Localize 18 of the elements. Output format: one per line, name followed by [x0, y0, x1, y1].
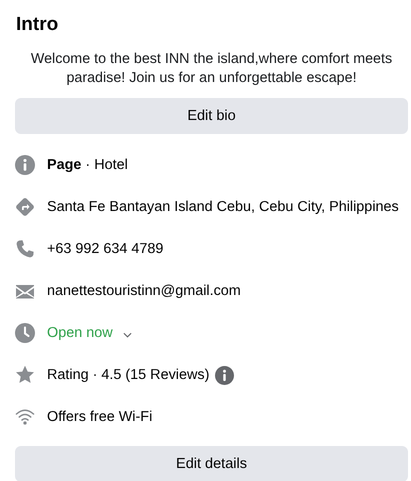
- bio-text: Welcome to the best INN the island,where comfort meets paradise! Join us for an unforgettable escape!: [30, 50, 394, 88]
- detail-text: Rating · 4.5 (15 Reviews): [47, 367, 210, 383]
- star-icon: [15, 365, 35, 385]
- caret-icon[interactable]: [122, 332, 132, 338]
- clock-icon: [15, 323, 35, 343]
- wifi-icon: [15, 407, 35, 427]
- info-icon[interactable]: [215, 366, 234, 384]
- detail-text: Page · Hotel: [47, 157, 128, 173]
- section-title: Intro: [16, 13, 60, 37]
- detail-text: nanettestouristinn@gmail.com: [47, 283, 241, 299]
- edit-details-button[interactable]: Edit details: [15, 446, 408, 481]
- detail-text: +63 992 634 4789: [47, 241, 164, 257]
- phone-icon: [15, 239, 35, 259]
- detail-text: Santa Fe Bantayan Island Cebu, Cebu City, Philippines: [47, 199, 399, 215]
- edit-bio-button[interactable]: Edit bio: [15, 98, 408, 134]
- detail-text: Offers free Wi-Fi: [47, 409, 152, 425]
- info-icon: [15, 155, 35, 175]
- detail-text: Open now: [47, 325, 113, 341]
